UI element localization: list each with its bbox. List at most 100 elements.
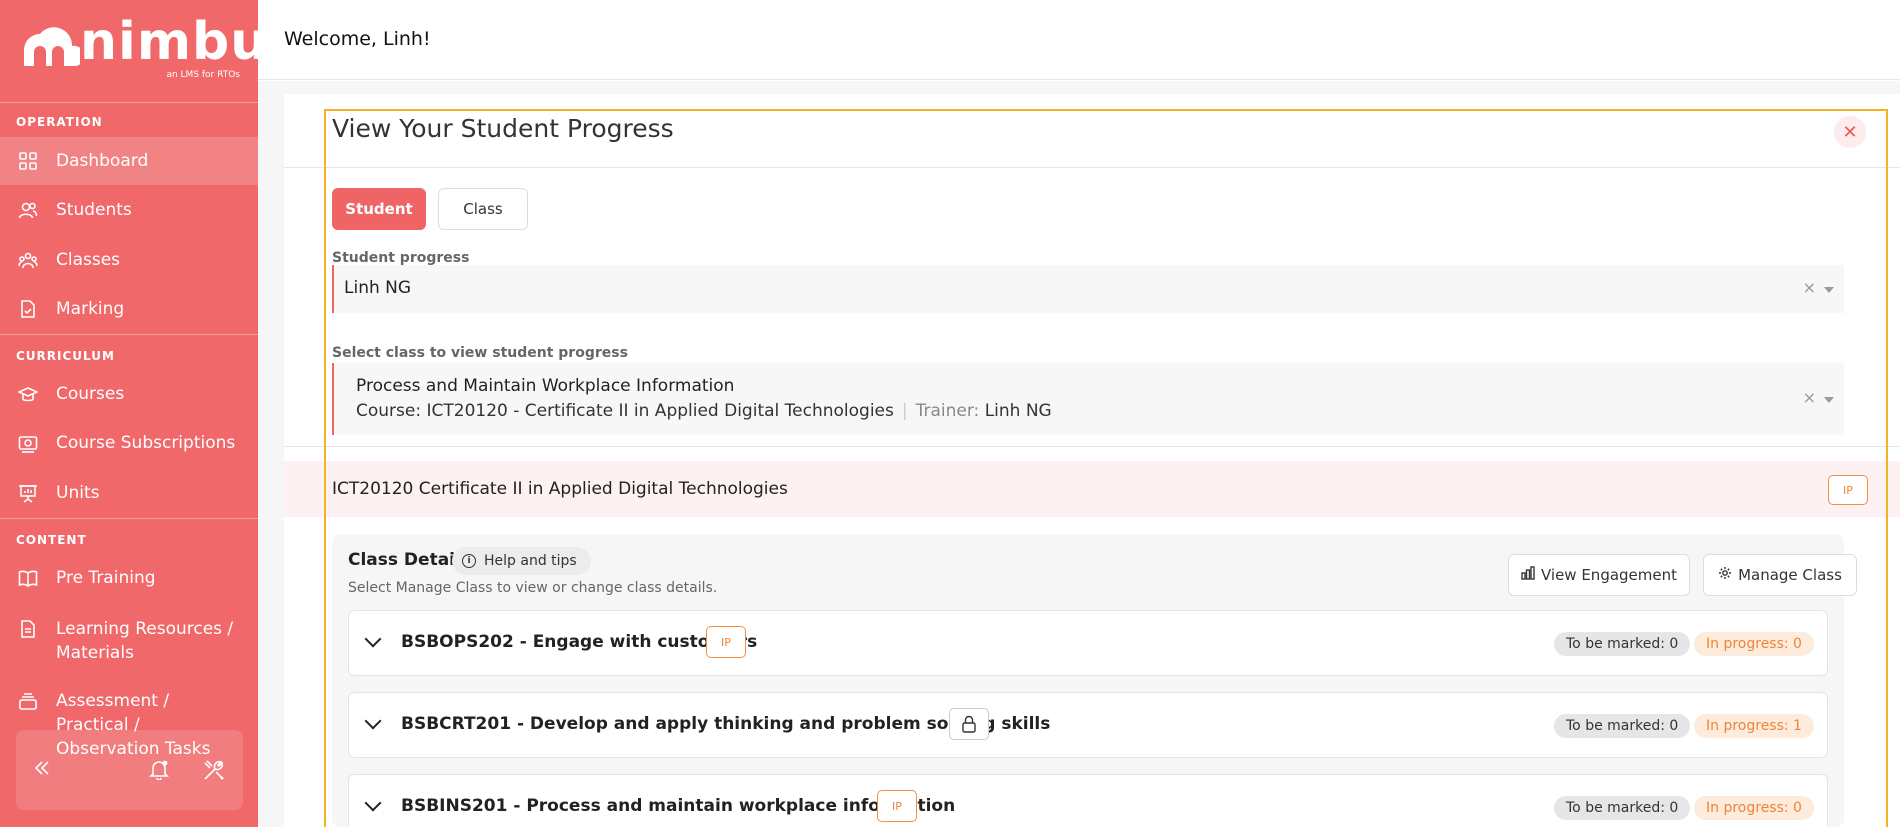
view-engagement-button[interactable]: View Engagement bbox=[1508, 554, 1690, 596]
divider bbox=[0, 102, 258, 103]
help-and-tips-button[interactable]: i Help and tips bbox=[452, 547, 591, 575]
grid-icon bbox=[18, 151, 38, 171]
class-details: Class Details i Help and tips Select Man… bbox=[332, 534, 1857, 827]
in-progress-count: In progress: 0 bbox=[1694, 796, 1814, 820]
panel-title: View Your Student Progress bbox=[332, 114, 674, 143]
student-progress-label: Student progress bbox=[332, 250, 470, 266]
users-icon bbox=[18, 200, 38, 220]
student-progress-panel: View Your Student Progress ✕ Student Cla… bbox=[284, 94, 1900, 827]
chevron-down-icon[interactable] bbox=[364, 794, 382, 812]
unit-row[interactable]: BSBOPS202 - Engage with customers IP To … bbox=[348, 610, 1828, 676]
top-bar: Welcome, Linh! bbox=[258, 0, 1900, 80]
unit-row[interactable]: BSBINS201 - Process and maintain workpla… bbox=[348, 774, 1828, 827]
sidebar-item-course-subscriptions[interactable]: Course Subscriptions bbox=[0, 419, 258, 467]
manage-class-button[interactable]: Manage Class bbox=[1703, 554, 1857, 596]
help-label: Help and tips bbox=[484, 553, 577, 569]
sidebar-item-learning-resources[interactable]: Learning Resources / Materials bbox=[0, 607, 258, 673]
separator: | bbox=[901, 401, 908, 421]
toggle-class-button[interactable]: Class bbox=[438, 188, 528, 230]
welcome-message: Welcome, Linh! bbox=[284, 28, 431, 50]
sidebar-item-label: Pre Training bbox=[56, 568, 156, 588]
section-operation: OPERATION bbox=[16, 115, 103, 129]
unit-name: BSBOPS202 - Engage with customers bbox=[401, 632, 758, 652]
brand-logo[interactable]: nimbu an LMS for RTOs bbox=[18, 12, 267, 80]
chevron-down-icon[interactable] bbox=[364, 630, 382, 648]
bell-icon[interactable] bbox=[148, 758, 170, 785]
class-course: Course: ICT20120 - Certificate II in App… bbox=[356, 401, 894, 421]
manage-class-label: Manage Class bbox=[1738, 566, 1842, 584]
subscription-icon bbox=[18, 433, 38, 453]
sidebar-item-label: Courses bbox=[56, 384, 125, 404]
trainer-label: Trainer: bbox=[915, 401, 980, 421]
cloud-logo-icon bbox=[24, 27, 80, 66]
class-select-label: Select class to view student progress bbox=[332, 345, 628, 361]
view-engagement-label: View Engagement bbox=[1540, 566, 1678, 584]
sidebar-item-units[interactable]: Units bbox=[0, 469, 258, 517]
to-be-marked-count: To be marked: 0 bbox=[1554, 714, 1691, 738]
to-be-marked-count: To be marked: 0 bbox=[1554, 796, 1691, 820]
sidebar-item-label: Classes bbox=[56, 250, 121, 270]
student-select-value: Linh NG bbox=[344, 278, 412, 298]
section-content: CONTENT bbox=[16, 533, 87, 547]
sidebar-item-label: Marking bbox=[56, 299, 125, 319]
stack-icon bbox=[18, 691, 38, 711]
chevron-down-icon[interactable] bbox=[364, 712, 382, 730]
divider bbox=[284, 446, 1900, 447]
collapse-icon[interactable] bbox=[32, 758, 52, 783]
sidebar-item-students[interactable]: Students bbox=[0, 186, 258, 234]
status-badge: IP bbox=[877, 790, 917, 822]
brand-name: nimbu bbox=[80, 12, 269, 72]
chevron-down-icon[interactable] bbox=[1824, 397, 1834, 403]
in-progress-count: In progress: 0 bbox=[1694, 632, 1814, 656]
in-progress-count: In progress: 1 bbox=[1694, 714, 1814, 738]
sidebar-item-pre-training[interactable]: Pre Training bbox=[0, 554, 258, 602]
sidebar-item-marking[interactable]: Marking bbox=[0, 285, 258, 333]
divider bbox=[284, 167, 1900, 168]
gear-icon bbox=[1718, 566, 1732, 584]
section-curriculum: CURRICULUM bbox=[16, 349, 115, 363]
sidebar: nimbu an LMS for RTOs OPERATION Dashboar… bbox=[0, 0, 267, 827]
close-button[interactable]: ✕ bbox=[1834, 116, 1866, 148]
presentation-icon bbox=[18, 483, 38, 503]
class-meta: Course: ICT20120 - Certificate II in App… bbox=[356, 401, 1052, 421]
sidebar-footer bbox=[16, 730, 243, 810]
brand-tagline: an LMS for RTOs bbox=[166, 70, 240, 80]
sidebar-item-label: Students bbox=[56, 200, 132, 220]
status-badge: IP bbox=[706, 626, 746, 658]
unit-row[interactable]: BSBCRT201 - Develop and apply thinking a… bbox=[348, 692, 1828, 758]
graduation-cap-icon bbox=[18, 384, 38, 404]
divider bbox=[0, 334, 258, 335]
course-header: ICT20120 Certificate II in Applied Digit… bbox=[284, 461, 1900, 517]
to-be-marked-count: To be marked: 0 bbox=[1554, 632, 1691, 656]
student-select[interactable]: Linh NG × bbox=[332, 265, 1844, 313]
group-icon bbox=[18, 250, 38, 270]
file-icon bbox=[18, 619, 38, 639]
sidebar-item-label: Units bbox=[56, 483, 100, 503]
sidebar-item-courses[interactable]: Courses bbox=[0, 370, 258, 418]
book-icon bbox=[18, 568, 38, 588]
sidebar-item-label: Dashboard bbox=[56, 151, 149, 171]
close-icon: ✕ bbox=[1842, 121, 1858, 143]
document-check-icon bbox=[18, 299, 38, 319]
tools-icon[interactable] bbox=[202, 758, 226, 787]
bar-chart-icon bbox=[1521, 566, 1535, 584]
class-name: Process and Maintain Workplace Informati… bbox=[356, 376, 735, 396]
sidebar-item-label: Learning Resources / Materials bbox=[56, 619, 234, 663]
status-badge: IP bbox=[1828, 475, 1868, 505]
chevron-down-icon[interactable] bbox=[1824, 287, 1834, 293]
clear-icon[interactable]: × bbox=[1803, 388, 1816, 407]
class-details-subtitle: Select Manage Class to view or change cl… bbox=[348, 580, 718, 596]
sidebar-item-label: Course Subscriptions bbox=[56, 433, 236, 453]
sidebar-item-classes[interactable]: Classes bbox=[0, 236, 258, 284]
course-name: ICT20120 Certificate II in Applied Digit… bbox=[332, 479, 788, 499]
divider bbox=[0, 518, 258, 519]
class-select[interactable]: Process and Maintain Workplace Informati… bbox=[332, 363, 1844, 435]
toggle-student-button[interactable]: Student bbox=[332, 188, 426, 230]
trainer-name: Linh NG bbox=[984, 401, 1052, 421]
main-content: View Your Student Progress ✕ Student Cla… bbox=[258, 81, 1900, 827]
clear-icon[interactable]: × bbox=[1803, 278, 1816, 297]
sidebar-item-dashboard[interactable]: Dashboard bbox=[0, 137, 258, 185]
info-icon: i bbox=[462, 554, 476, 568]
unit-name: BSBINS201 - Process and maintain workpla… bbox=[401, 796, 956, 816]
lock-icon bbox=[949, 708, 989, 740]
